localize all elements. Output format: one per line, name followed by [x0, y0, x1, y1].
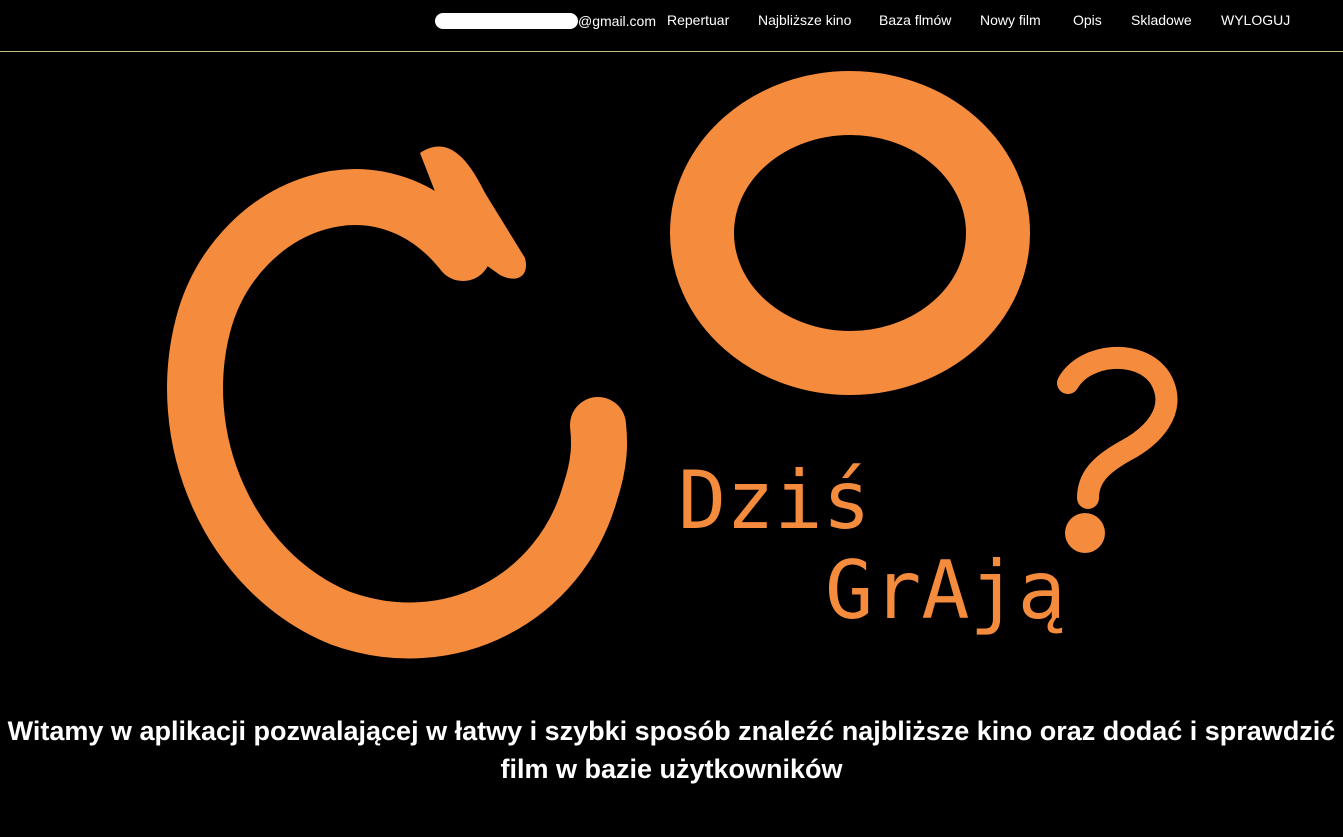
nav-link-najblizsze-kino[interactable]: Najbliższe kino	[758, 12, 851, 28]
nav-link-nowy-film[interactable]: Nowy film	[980, 12, 1041, 28]
hero-logo: Dziś GrAją	[0, 53, 1343, 693]
redacted-email-username	[435, 13, 578, 29]
nav-link-repertuar[interactable]: Repertuar	[667, 12, 729, 28]
logo-o-shape	[670, 71, 1030, 395]
welcome-line-1: Witamy w aplikacji pozwalającej w łatwy …	[7, 716, 1336, 746]
top-navbar: @gmail.com Repertuar Najbliższe kino Baz…	[0, 0, 1343, 52]
user-email-suffix: @gmail.com	[578, 13, 657, 29]
logo-text-line2: GrAją	[825, 544, 1066, 637]
user-email: @gmail.com	[435, 12, 656, 30]
logo-text-line1: Dziś	[678, 454, 871, 547]
nav-link-baza-filmow[interactable]: Baza flmów	[879, 12, 951, 28]
nav-link-wyloguj[interactable]: WYLOGUJ	[1221, 12, 1290, 28]
nav-link-skladowe[interactable]: Skladowe	[1131, 12, 1192, 28]
co-dzis-graja-logo: Dziś GrAją	[167, 71, 1178, 659]
logo-question-dot-shape	[1065, 513, 1105, 553]
logo-question-mark-shape	[1057, 347, 1178, 509]
welcome-message: Witamy w aplikacji pozwalającej w łatwy …	[0, 712, 1343, 788]
logo-c-arrow-shape	[167, 169, 628, 659]
nav-link-opis[interactable]: Opis	[1073, 12, 1102, 28]
welcome-line-2: film w bazie użytkowników	[500, 754, 843, 784]
